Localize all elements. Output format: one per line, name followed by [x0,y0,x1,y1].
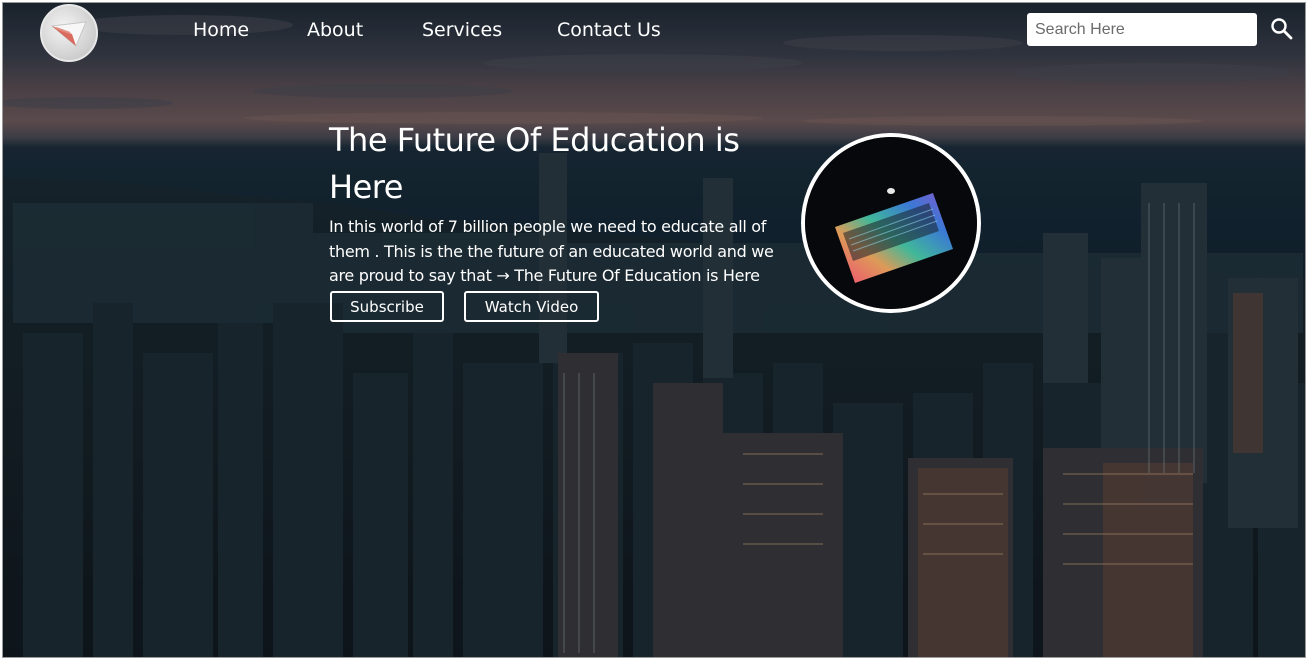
city-background-image [3,3,1305,657]
search-icon[interactable] [1269,16,1295,42]
nav-about-link[interactable]: About [307,19,363,41]
hero-title: The Future Of Education is Here [329,121,740,206]
logo-icon[interactable] [40,4,98,62]
page-frame: Home About Services Contact Us The Futur… [2,2,1306,658]
nav-services-link[interactable]: Services [422,19,502,41]
laptop-image [801,133,981,313]
subscribe-button[interactable]: Subscribe [330,291,444,322]
logo-graphic [50,21,87,47]
watch-video-button[interactable]: Watch Video [464,291,599,322]
nav-home-link[interactable]: Home [193,19,249,41]
navbar: Home About Services Contact Us [3,3,1305,62]
hero-section: The Future Of Education is Here In this … [329,117,799,289]
search-input[interactable] [1027,13,1257,46]
nav-contact-link[interactable]: Contact Us [557,19,661,41]
hero-description: In this world of 7 billion people we nee… [329,217,774,285]
